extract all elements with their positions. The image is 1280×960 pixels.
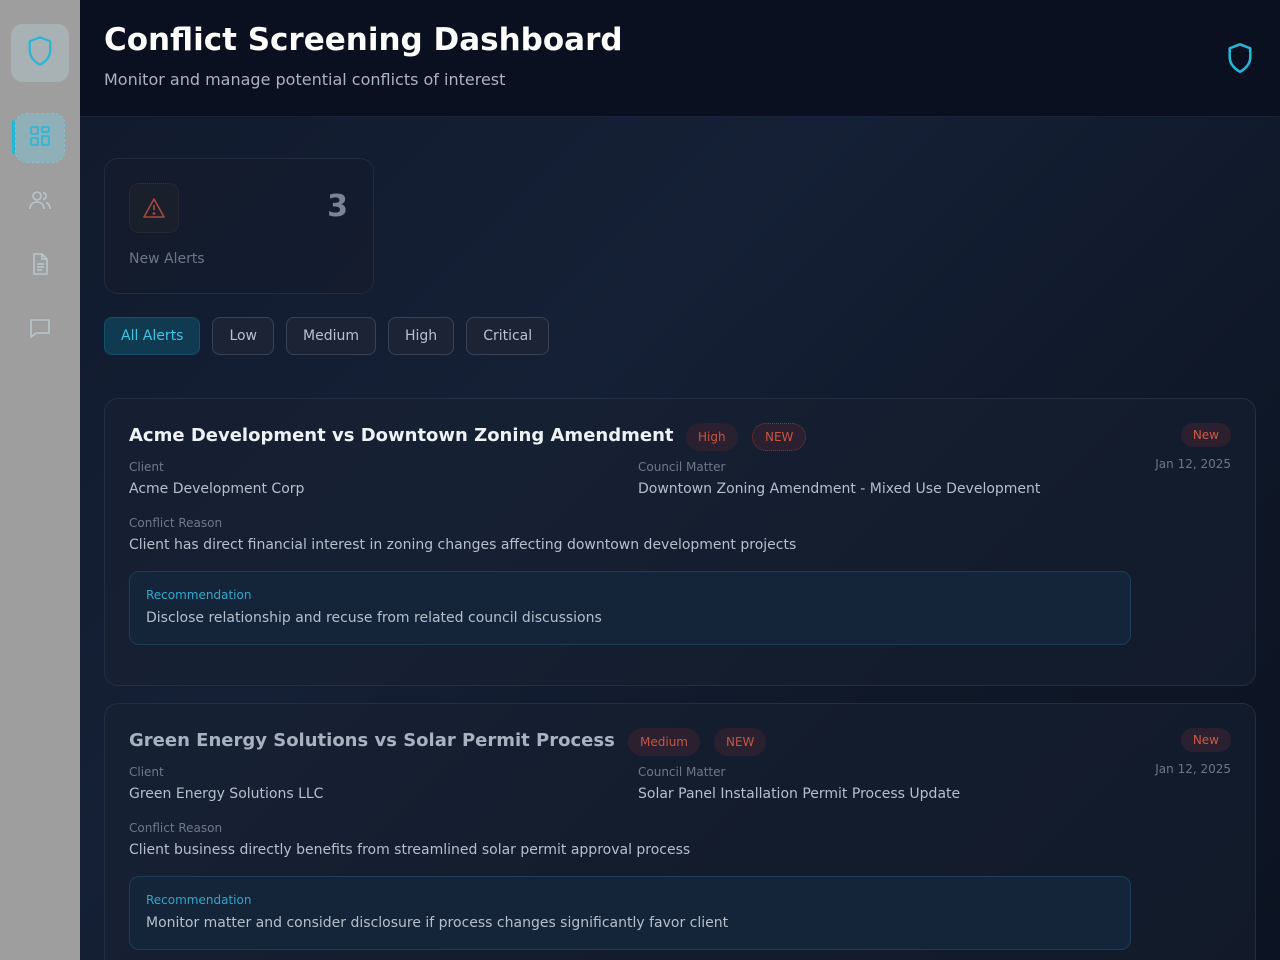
- matter-label: Council Matter: [638, 460, 726, 474]
- recommendation-label: Recommendation: [146, 893, 252, 907]
- alert-card[interactable]: Acme Development vs Downtown Zoning Amen…: [104, 398, 1256, 686]
- new-alerts-card: 3 New Alerts: [104, 158, 374, 294]
- active-indicator: [12, 120, 15, 154]
- shield-icon: [26, 35, 54, 71]
- filter-medium[interactable]: Medium: [286, 317, 376, 355]
- reason-value: Client has direct financial interest in …: [129, 537, 797, 553]
- sidebar-item-users[interactable]: [16, 178, 64, 226]
- chat-icon: [28, 316, 52, 344]
- filter-low[interactable]: Low: [212, 317, 275, 355]
- document-icon: [28, 252, 52, 280]
- sidebar-item-messages[interactable]: [16, 306, 64, 354]
- severity-filter-bar: All Alerts Low Medium High Critical: [104, 317, 550, 355]
- new-alerts-label: New Alerts: [129, 251, 205, 267]
- main-content: Conflict Screening Dashboard Monitor and…: [80, 0, 1280, 960]
- client-value: Acme Development Corp: [129, 481, 305, 497]
- recommendation-box: Recommendation Disclose relationship and…: [129, 571, 1131, 645]
- page-subtitle: Monitor and manage potential conflicts o…: [104, 70, 506, 89]
- sidebar-item-dashboard[interactable]: [15, 113, 65, 163]
- severity-badge: Medium: [628, 728, 700, 756]
- recommendation-box: Recommendation Monitor matter and consid…: [129, 876, 1131, 950]
- alert-title: Green Energy Solutions vs Solar Permit P…: [129, 730, 615, 751]
- client-label: Client: [129, 460, 164, 474]
- sidebar-item-documents[interactable]: [16, 242, 64, 290]
- sidebar: [0, 0, 80, 960]
- status-badge: New: [1180, 423, 1231, 447]
- matter-value: Downtown Zoning Amendment - Mixed Use De…: [638, 481, 1041, 497]
- dashboard-icon: [28, 124, 52, 152]
- alert-date: Jan 12, 2025: [1155, 457, 1231, 471]
- alert-date: Jan 12, 2025: [1155, 762, 1231, 776]
- filter-high[interactable]: High: [388, 317, 455, 355]
- reason-value: Client business directly benefits from s…: [129, 842, 691, 858]
- client-label: Client: [129, 765, 164, 779]
- client-value: Green Energy Solutions LLC: [129, 786, 324, 802]
- status-badge: New: [1180, 728, 1231, 752]
- reason-label: Conflict Reason: [129, 821, 223, 835]
- page-header: Conflict Screening Dashboard Monitor and…: [80, 0, 1280, 117]
- new-alerts-count: 3: [327, 189, 348, 224]
- recommendation-text: Disclose relationship and recuse from re…: [146, 610, 602, 626]
- matter-value: Solar Panel Installation Permit Process …: [638, 786, 961, 802]
- users-icon: [28, 188, 52, 216]
- reason-label: Conflict Reason: [129, 516, 223, 530]
- filter-critical[interactable]: Critical: [466, 317, 550, 355]
- new-badge: NEW: [752, 423, 807, 451]
- new-badge: NEW: [714, 728, 767, 756]
- shield-icon: [1226, 42, 1254, 78]
- filter-all-alerts[interactable]: All Alerts: [104, 317, 201, 355]
- warning-icon: [129, 183, 179, 233]
- alert-card[interactable]: Green Energy Solutions vs Solar Permit P…: [104, 703, 1256, 960]
- recommendation-label: Recommendation: [146, 588, 252, 602]
- page-title: Conflict Screening Dashboard: [104, 22, 623, 58]
- alert-title: Acme Development vs Downtown Zoning Amen…: [129, 425, 674, 446]
- app-logo[interactable]: [11, 24, 69, 82]
- severity-badge: High: [686, 423, 738, 451]
- matter-label: Council Matter: [638, 765, 726, 779]
- recommendation-text: Monitor matter and consider disclosure i…: [146, 915, 729, 931]
